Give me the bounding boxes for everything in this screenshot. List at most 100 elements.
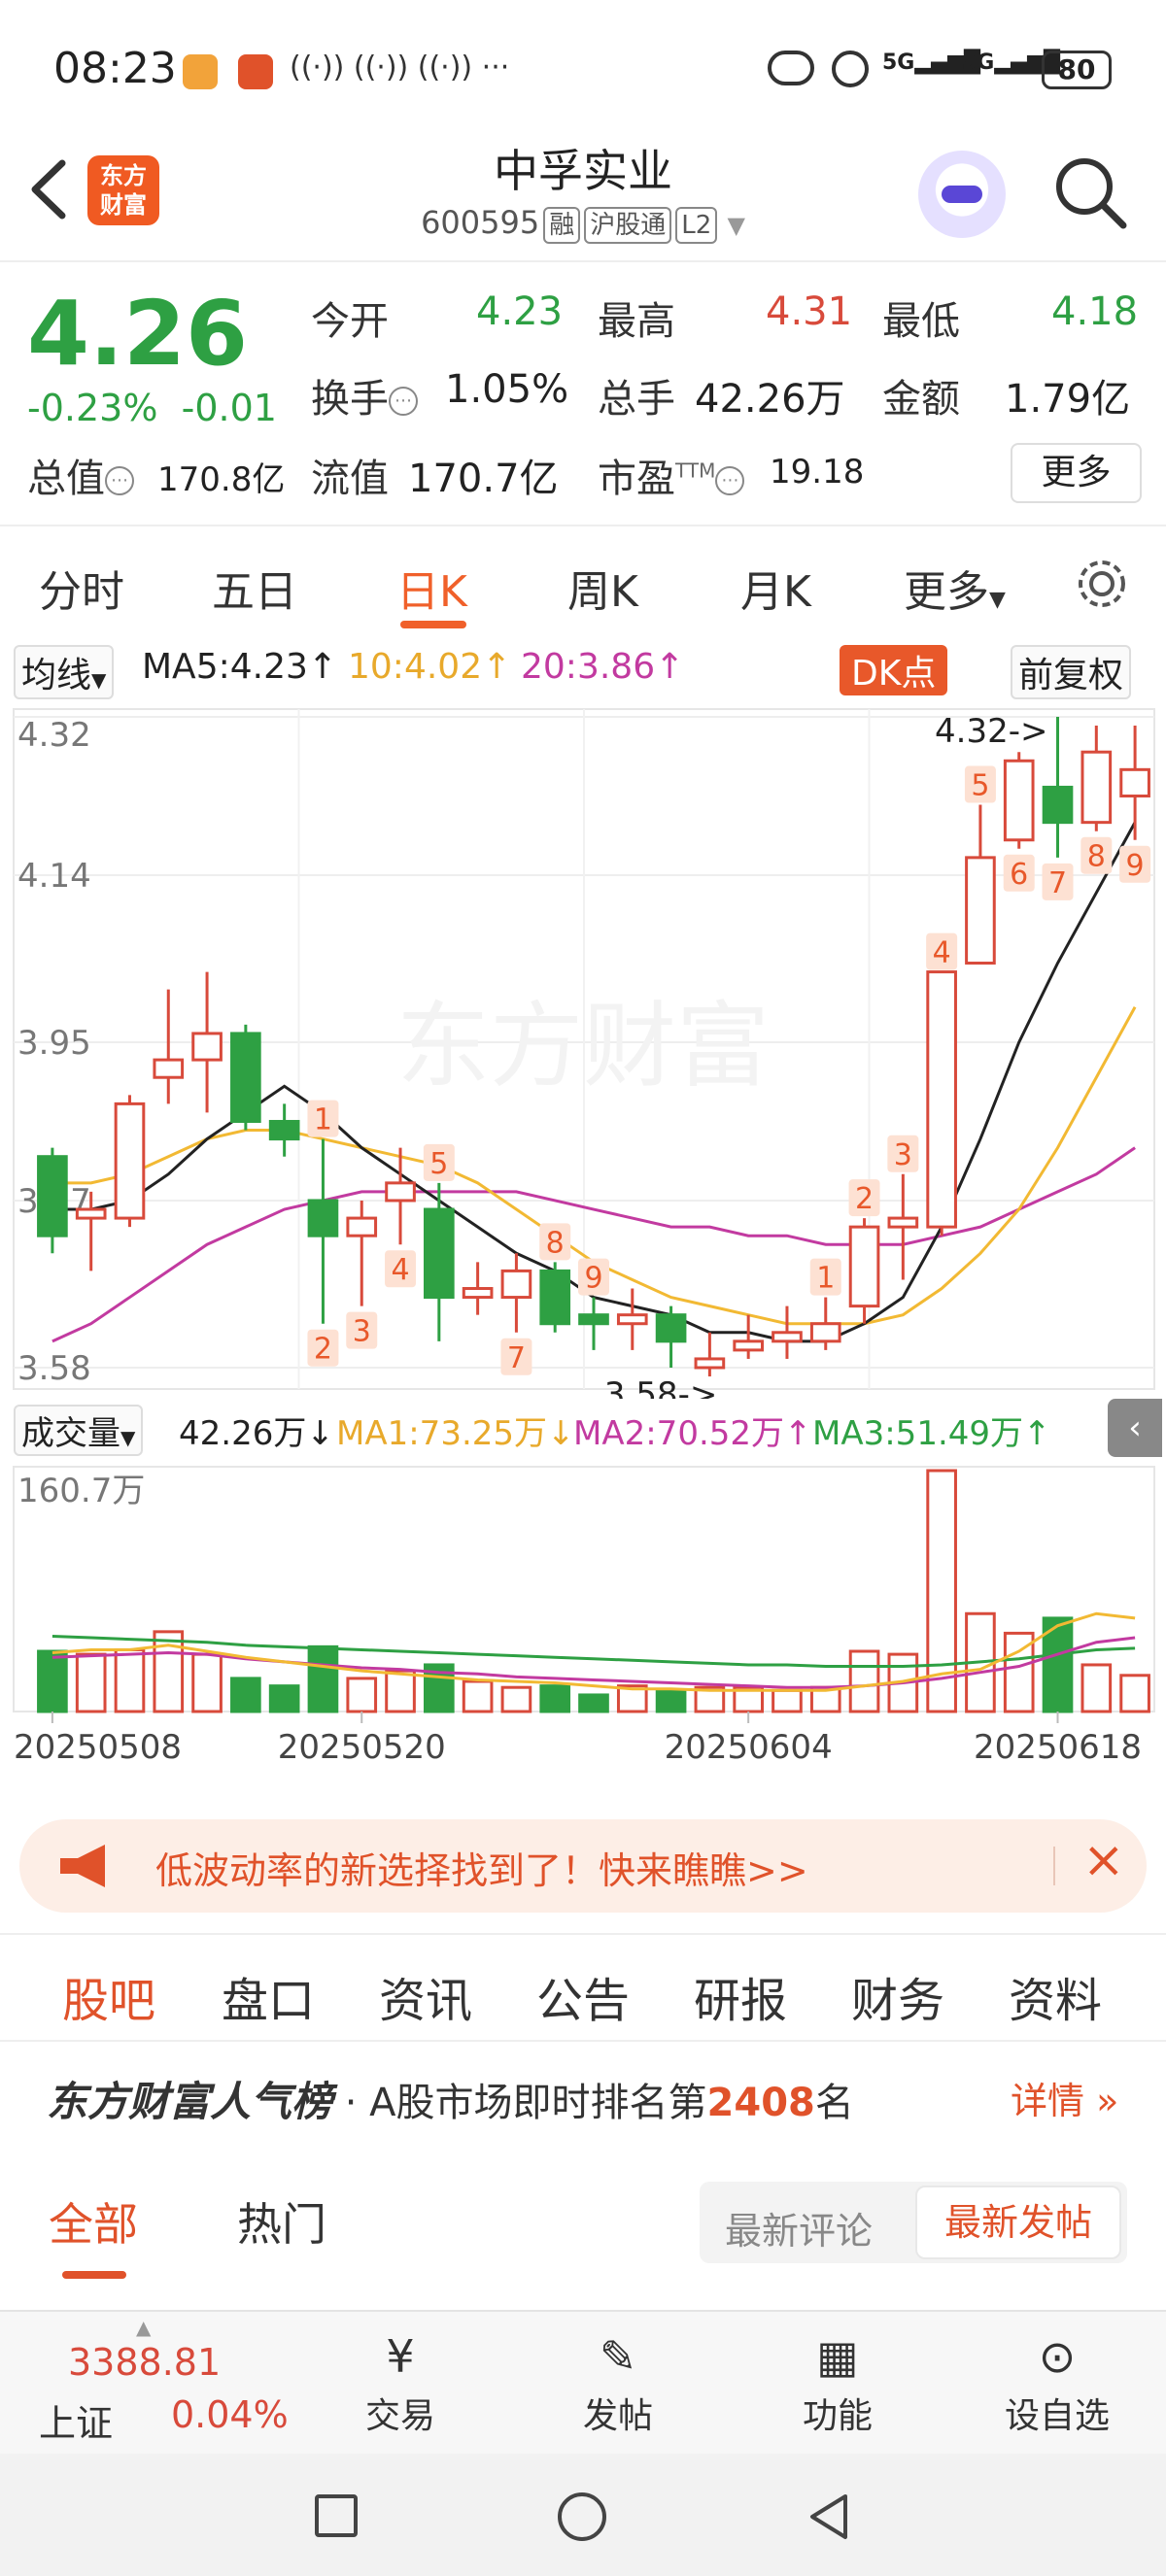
sort-latest-comment[interactable]: 最新评论 xyxy=(725,2201,873,2254)
settings-gear-icon[interactable] xyxy=(1073,555,1131,613)
volume-legend-row: 成交量▼ 42.26万↓ MA1:73.25万↓ MA2:70.52万↑ MA3… xyxy=(0,1399,1166,1457)
system-nav-bar xyxy=(0,2454,1166,2576)
recents-icon[interactable] xyxy=(315,2494,358,2537)
level2-tag: L2 xyxy=(675,207,718,244)
volume-bar xyxy=(772,1688,803,1713)
candle-body xyxy=(1080,750,1113,825)
day-count-label: 3 xyxy=(353,1315,371,1349)
x-tick-label: 20250520 xyxy=(278,1728,446,1767)
candle-body xyxy=(75,1207,107,1220)
collapse-icon[interactable]: ‹ xyxy=(1108,1399,1162,1457)
tab-research[interactable]: 研报 xyxy=(694,1962,787,2030)
volume-bar xyxy=(1119,1674,1150,1713)
candle-body xyxy=(539,1269,571,1326)
popularity-rank: 东方财富人气榜 · A股市场即时排名第2408名 xyxy=(47,2078,854,2125)
day-count-label: 3 xyxy=(894,1138,912,1172)
tab-intraday[interactable]: 分时 xyxy=(39,557,124,619)
volume-bar xyxy=(500,1685,532,1713)
volume-bar xyxy=(268,1684,300,1713)
more-button[interactable]: 更多 xyxy=(1011,443,1142,503)
low-label: 最低 xyxy=(882,299,960,344)
volume-bar xyxy=(848,1649,880,1713)
volume-value-label: 42.26万↓ xyxy=(179,1414,334,1453)
open-value: 4.23 xyxy=(476,289,564,334)
day-count-label: 8 xyxy=(1087,840,1106,874)
candle-body xyxy=(772,1331,803,1343)
candle-body xyxy=(37,1155,68,1237)
x-tick-label: 20250508 xyxy=(14,1728,182,1767)
more-dots-icon: ⊙ xyxy=(1038,2330,1077,2383)
volume-selector[interactable]: 成交量▼ xyxy=(14,1405,144,1456)
eye-icon xyxy=(768,51,814,85)
candle-body xyxy=(694,1357,726,1370)
tab-five-day[interactable]: 五日 xyxy=(212,557,297,619)
candle-body xyxy=(578,1313,609,1326)
status-time: 08:23 xyxy=(53,44,177,93)
mktcap-label: 总值 ⋯ xyxy=(27,447,134,503)
ma-selector[interactable]: 均线▼ xyxy=(14,645,115,699)
turnover-label: 换手 ⋯ xyxy=(311,367,418,424)
tab-monthly-k[interactable]: 月K xyxy=(740,557,811,619)
tab-pankou[interactable]: 盘口 xyxy=(222,1962,315,2030)
vol-ma1-label: MA1:73.25万↓ xyxy=(336,1414,575,1453)
volume-bar xyxy=(75,1652,107,1713)
close-icon[interactable]: × xyxy=(1082,1831,1125,1889)
index-name[interactable]: 上证 xyxy=(39,2393,113,2447)
post-button[interactable]: ✎ 发帖 xyxy=(550,2325,686,2438)
day-count-label: 5 xyxy=(971,769,989,803)
active-subtab-underline xyxy=(62,2271,126,2279)
float-value: 170.7亿 xyxy=(408,457,559,501)
index-value[interactable]: 3388.81 xyxy=(68,2341,221,2384)
high-value: 4.31 xyxy=(766,289,853,334)
adjust-button[interactable]: 前复权 xyxy=(1011,645,1132,699)
edit-icon: ✎ xyxy=(599,2330,637,2383)
bottom-toolbar: ▲ 3388.81 上证 0.04% ¥ 交易 ✎ 发帖 ▦ 功能 ⊙ 设自选 xyxy=(0,2310,1166,2454)
tab-news[interactable]: 资讯 xyxy=(379,1962,472,2030)
tab-daily-k[interactable]: 日K xyxy=(396,557,467,619)
dropdown-triangle-icon[interactable]: ▼ xyxy=(727,212,744,239)
tab-profile[interactable]: 资料 xyxy=(1009,1962,1102,2030)
dk-point-button[interactable]: DK点 xyxy=(840,645,948,695)
candle-body xyxy=(346,1216,378,1237)
candle-body xyxy=(616,1313,648,1326)
robot-assistant-icon[interactable] xyxy=(918,151,1006,238)
grid-icon: ▦ xyxy=(816,2330,859,2383)
high-label: 最高 xyxy=(598,299,675,344)
search-icon[interactable] xyxy=(1051,153,1129,231)
candle-body xyxy=(1119,767,1150,797)
candle-body xyxy=(887,1216,919,1229)
tab-hot[interactable]: 热门 xyxy=(237,2189,326,2254)
post-tabs: 全部 热门 最新评论 最新发帖 xyxy=(0,2176,1166,2292)
y-tick-label: 4.32 xyxy=(17,716,91,755)
index-change[interactable]: 0.04% xyxy=(171,2393,289,2436)
tab-weekly-k[interactable]: 周K xyxy=(567,557,638,619)
rank-detail-link[interactable]: 详情 » xyxy=(1011,2071,1118,2124)
tab-guba[interactable]: 股吧 xyxy=(62,1962,155,2030)
tab-all[interactable]: 全部 xyxy=(49,2189,138,2254)
tab-more[interactable]: 更多▼ xyxy=(904,557,1006,619)
day-count-label: 9 xyxy=(584,1262,602,1296)
home-icon[interactable] xyxy=(558,2492,606,2541)
tab-announcement[interactable]: 公告 xyxy=(536,1962,630,2030)
trade-button[interactable]: ¥ 交易 xyxy=(332,2325,468,2438)
low-value: 4.18 xyxy=(1051,289,1139,334)
volume-bar xyxy=(307,1644,339,1713)
day-count-label: 4 xyxy=(933,936,951,970)
mktcap-value: 170.8亿 xyxy=(157,460,286,499)
volume-chart[interactable]: 160.7万 20250508 20250520 20250604 20250618 xyxy=(0,1457,1166,1807)
y-tick-label: 3.58 xyxy=(17,1349,91,1388)
banner-text: 低波动率的新选择找到了！快来瞧瞧>> xyxy=(155,1849,808,1892)
quote-divider xyxy=(0,525,1166,526)
day-count-label: 2 xyxy=(314,1333,332,1367)
kline-chart[interactable]: 4.324.143.953.773.58东方财富1234578912345678… xyxy=(0,699,1166,1399)
feature-tabs: 股吧 盘口 资讯 公告 研报 财务 资料 xyxy=(0,1943,1166,2040)
add-watchlist-button[interactable]: ⊙ 设自选 xyxy=(989,2325,1125,2438)
current-price: 4.26 xyxy=(27,282,248,386)
x-tick-label: 20250604 xyxy=(665,1728,833,1767)
sort-latest-post[interactable]: 最新发帖 xyxy=(915,2186,1121,2259)
back-nav-icon[interactable] xyxy=(806,2492,851,2541)
volume-bar xyxy=(114,1647,146,1713)
function-button[interactable]: ▦ 功能 xyxy=(770,2325,906,2438)
promo-banner[interactable]: 低波动率的新选择找到了！快来瞧瞧>> × xyxy=(19,1819,1147,1913)
tab-finance[interactable]: 财务 xyxy=(851,1962,944,2030)
